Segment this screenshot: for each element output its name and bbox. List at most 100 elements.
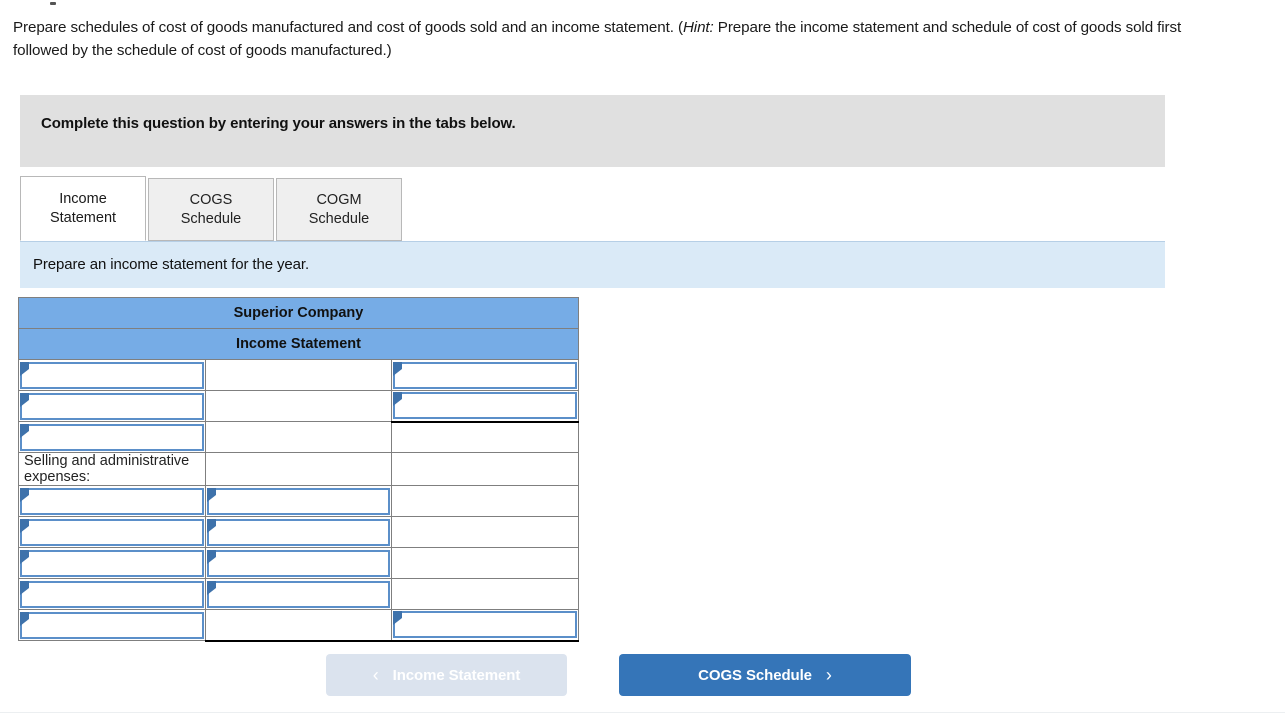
dropdown-triangle-icon [20,361,29,376]
tab-income-statement-label: Income Statement [49,190,117,226]
tab-cogm-schedule[interactable]: COGM Schedule [276,178,402,241]
tab-bar: Income Statement COGS Schedule COGM Schedul… [20,176,404,241]
row-0-col3-cell [391,359,579,391]
row-7-col3-cell [391,578,579,610]
row-7-account-input[interactable] [30,582,200,606]
row-7-subamount-input-wrapper[interactable] [206,580,391,608]
dropdown-triangle-icon [393,611,403,626]
row-4-col3-cell [391,485,579,517]
worksheet-page: Prepare schedules of cost of goods manuf… [0,0,1285,721]
worksheet-statement-title: Income Statement [18,328,579,360]
row-1-amount-input[interactable] [403,394,573,418]
row-0-account-input[interactable] [30,363,200,387]
task-instruction-strip: Prepare an income statement for the year… [20,241,1165,288]
row-4-account-input-wrapper[interactable] [20,487,204,515]
row-3-col3-cell [391,452,579,486]
row-5-col1-cell [18,516,206,548]
prev-button-label: Income Statement [392,666,521,684]
next-cogs-schedule-button[interactable]: COGS Schedule › [619,654,911,696]
row-5-col3-cell [391,516,579,548]
tab-cogs-schedule[interactable]: COGS Schedule [148,178,274,241]
chevron-right-icon: › [825,665,832,685]
table-row [18,359,579,391]
row-7-col1-cell [18,578,206,610]
dropdown-triangle-icon [206,549,216,564]
row-5-col2-cell [204,516,393,548]
row-3-col2-cell [204,452,393,486]
dropdown-triangle-icon [20,518,29,533]
table-row [18,547,579,579]
row-6-account-input-wrapper[interactable] [20,549,204,577]
row-8-amount-input-wrapper[interactable] [393,611,577,639]
row-2-account-input[interactable] [30,425,200,449]
table-row [18,516,579,548]
row-6-subamount-input[interactable] [216,551,387,575]
instruction-banner: Complete this question by entering your … [20,95,1165,167]
row-5-subamount-input[interactable] [216,520,387,544]
dropdown-triangle-icon [20,549,29,564]
row-8-amount-input[interactable] [403,613,573,637]
worksheet-title-row-company: Superior Company [18,297,579,329]
selling-admin-expenses-label: Selling and administrative expenses: [18,452,206,486]
row-4-col1-cell [18,485,206,517]
row-8-col2-cell [204,609,393,642]
income-statement-worksheet: Superior Company Income Statement Sellin… [18,297,579,642]
row-2-account-input-wrapper[interactable] [20,423,204,451]
row-8-account-input[interactable] [30,613,200,637]
row-1-col3-cell [391,390,579,423]
row-1-account-input[interactable] [30,394,200,418]
task-instruction-text: Prepare an income statement for the year… [33,256,310,273]
tab-income-statement[interactable]: Income Statement [20,176,146,241]
dropdown-triangle-icon [206,580,216,595]
row-6-col3-cell [391,547,579,579]
row-4-subamount-input-wrapper[interactable] [206,487,391,515]
row-1-account-input-wrapper[interactable] [20,392,204,420]
row-7-col2-cell [204,578,393,610]
dropdown-triangle-icon [206,518,216,533]
tab-cogm-schedule-label: COGM Schedule [308,191,370,227]
row-6-account-input[interactable] [30,551,200,575]
dropdown-triangle-icon [393,361,403,376]
row-8-col1-cell [18,609,206,641]
instruction-banner-text: Complete this question by entering your … [41,115,516,132]
table-row [18,578,579,610]
table-row [18,390,579,423]
clipped-text-fragment [50,2,56,5]
row-0-col2-cell [204,359,393,391]
row-0-amount-input-wrapper[interactable] [393,361,577,389]
row-6-col1-cell [18,547,206,579]
dropdown-triangle-icon [20,392,29,407]
row-7-subamount-input[interactable] [216,582,387,606]
worksheet-title-row-statement: Income Statement [18,328,579,360]
prev-income-statement-button[interactable]: ‹ Income Statement [326,654,567,696]
row-0-col1-cell [18,359,206,391]
prompt-text-part1: Prepare schedules of cost of goods manuf… [13,19,683,36]
row-4-account-input[interactable] [30,489,200,513]
row-2-col1-cell [18,421,206,453]
row-0-account-input-wrapper[interactable] [20,361,204,389]
pager-navigation: ‹ Income Statement COGS Schedule › [326,654,911,696]
row-5-account-input[interactable] [30,520,200,544]
row-1-col1-cell [18,390,206,422]
row-7-account-input-wrapper[interactable] [20,580,204,608]
row-6-col2-cell [204,547,393,579]
page-bottom-divider [0,712,1285,713]
dropdown-triangle-icon [20,423,29,438]
dropdown-triangle-icon [393,392,403,407]
question-prompt: Prepare schedules of cost of goods manuf… [13,16,1213,62]
row-0-amount-input[interactable] [403,363,573,387]
table-row [18,421,579,453]
worksheet-company-title: Superior Company [18,297,579,329]
row-5-subamount-input-wrapper[interactable] [206,518,391,546]
row-4-subamount-input[interactable] [216,489,387,513]
tab-cogs-schedule-label: COGS Schedule [180,191,242,227]
prompt-hint-label: Hint: [682,19,714,36]
row-2-col3-cell [391,421,579,453]
row-5-account-input-wrapper[interactable] [20,518,204,546]
dropdown-triangle-icon [206,487,216,502]
row-4-col2-cell [204,485,393,517]
table-row: Selling and administrative expenses: [18,452,579,486]
row-6-subamount-input-wrapper[interactable] [206,549,391,577]
row-1-amount-input-wrapper[interactable] [393,392,577,420]
row-8-account-input-wrapper[interactable] [20,611,204,639]
